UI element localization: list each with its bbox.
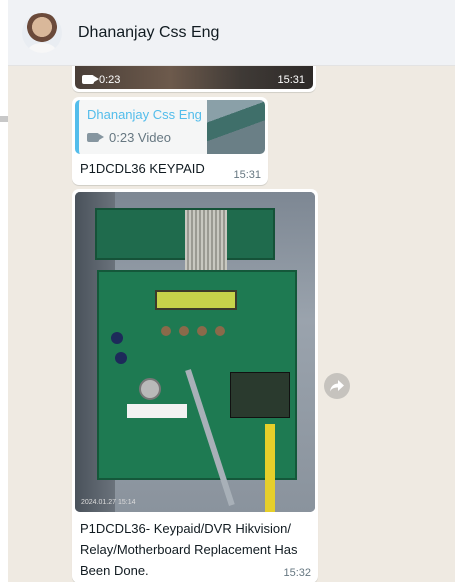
forward-icon[interactable]: [324, 373, 350, 399]
video-camera-icon: [82, 75, 99, 84]
message-reply[interactable]: Dhananjay Css Eng 0:23 Video P1DCDL36 KE…: [72, 97, 268, 185]
message-time: 15:31: [233, 169, 261, 181]
photo-timestamp: 2024.01.27 15:14: [81, 499, 136, 506]
quote-media-info: 0:23 Video: [87, 130, 171, 145]
left-panel-edge: [0, 0, 8, 582]
message-image[interactable]: 2024.01.27 15:14 P1DCDL36- Keypaid/DVR H…: [72, 189, 318, 582]
panel-marker: [0, 116, 8, 122]
video-camera-icon: [87, 133, 104, 142]
chat-header[interactable]: Dhananjay Css Eng: [8, 0, 455, 66]
video-duration: 0:23: [99, 74, 121, 86]
right-panel-edge: [455, 0, 459, 582]
quote-thumbnail: [207, 100, 265, 154]
message-time: 15:31: [277, 74, 305, 86]
chat-panel: 0:23 15:31 Dhananjay Css Eng 0:23 Video …: [8, 66, 455, 582]
quote-author: Dhananjay Css Eng: [87, 107, 202, 122]
message-text: P1DCDL36 KEYPAID: [80, 161, 205, 176]
message-time: 15:32: [283, 567, 311, 579]
message-video[interactable]: 0:23 15:31: [72, 66, 316, 92]
avatar[interactable]: [22, 12, 62, 53]
quoted-message[interactable]: Dhananjay Css Eng 0:23 Video: [75, 100, 265, 154]
contact-name[interactable]: Dhananjay Css Eng: [78, 24, 219, 42]
quote-media-label: 0:23 Video: [109, 130, 171, 145]
image-caption: P1DCDL36- Keypaid/DVR Hikvision/ Relay/M…: [80, 521, 298, 578]
video-thumbnail[interactable]: 0:23 15:31: [75, 66, 313, 89]
image-attachment[interactable]: 2024.01.27 15:14: [75, 192, 315, 512]
